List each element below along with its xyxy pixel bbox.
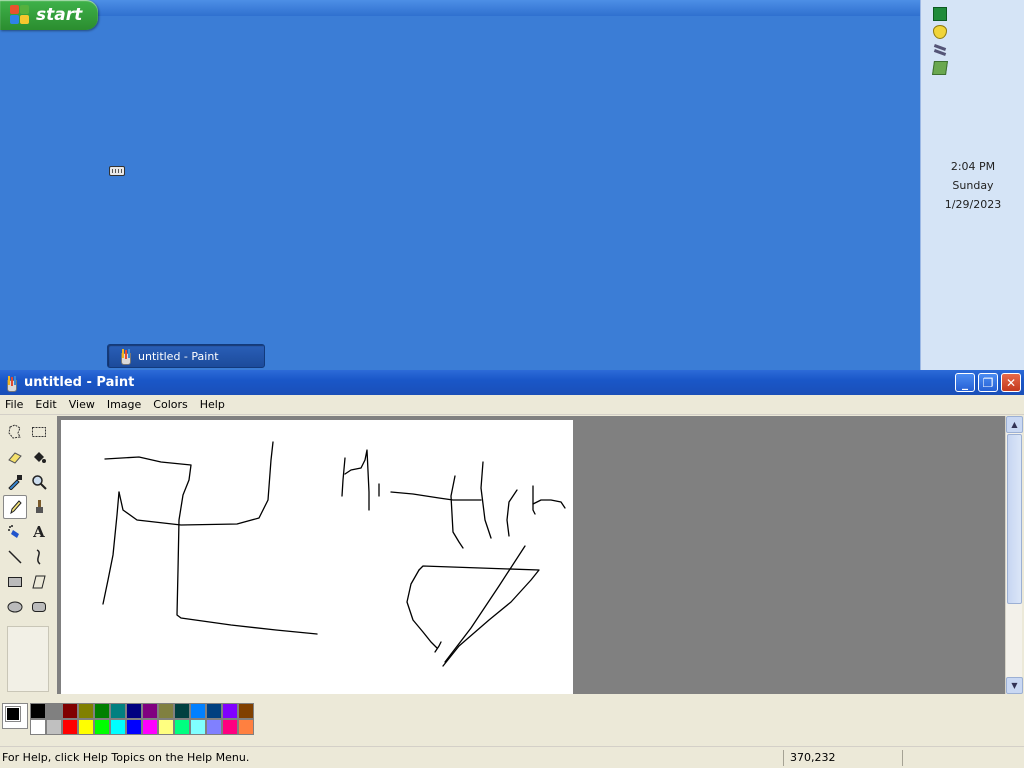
- color-swatch[interactable]: [46, 719, 62, 735]
- menu-image[interactable]: Image: [101, 398, 147, 411]
- color-swatch[interactable]: [62, 703, 78, 719]
- color-swatch[interactable]: [206, 703, 222, 719]
- keyboard-icon[interactable]: [109, 166, 125, 176]
- close-button[interactable]: ✕: [1001, 373, 1021, 392]
- foreground-color: [5, 706, 21, 722]
- color-swatch[interactable]: [126, 703, 142, 719]
- color-swatch[interactable]: [62, 719, 78, 735]
- color-palette: [0, 696, 1024, 742]
- rect-select-icon[interactable]: [27, 420, 51, 444]
- color-swatch[interactable]: [78, 719, 94, 735]
- airbrush-icon[interactable]: [3, 520, 27, 544]
- taskbar-button-paint[interactable]: untitled - Paint: [107, 344, 265, 368]
- menu-bar: File Edit View Image Colors Help: [0, 395, 1024, 415]
- magnifier-icon[interactable]: [27, 470, 51, 494]
- status-divider: [783, 750, 784, 766]
- text-icon[interactable]: A: [27, 520, 51, 544]
- color-swatch[interactable]: [142, 719, 158, 735]
- color-swatch[interactable]: [30, 719, 46, 735]
- color-swatch[interactable]: [46, 703, 62, 719]
- free-form-select-icon[interactable]: [3, 420, 27, 444]
- wireless-icon[interactable]: [933, 43, 947, 57]
- color-swatch[interactable]: [94, 719, 110, 735]
- network-tray-icon[interactable]: [933, 7, 947, 21]
- rectangle-icon[interactable]: [3, 570, 27, 594]
- title-bar[interactable]: untitled - Paint _ ❐ ✕: [0, 370, 1024, 395]
- menu-view[interactable]: View: [63, 398, 101, 411]
- window-title: untitled - Paint: [24, 375, 135, 390]
- canvas-area: [57, 416, 1005, 694]
- menu-colors[interactable]: Colors: [147, 398, 193, 411]
- clock-date: 1/29/2023: [944, 198, 1002, 211]
- ellipse-icon[interactable]: [3, 595, 27, 619]
- security-shield-icon[interactable]: [933, 25, 947, 39]
- color-swatch[interactable]: [142, 703, 158, 719]
- polygon-icon[interactable]: [27, 570, 51, 594]
- toolbox: A: [0, 416, 56, 696]
- color-swatch[interactable]: [126, 719, 142, 735]
- current-colors-indicator[interactable]: [2, 703, 28, 729]
- color-swatch[interactable]: [222, 719, 238, 735]
- color-swatch[interactable]: [190, 703, 206, 719]
- color-swatch[interactable]: [110, 703, 126, 719]
- color-swatch[interactable]: [238, 719, 254, 735]
- scroll-thumb[interactable]: [1007, 434, 1022, 604]
- brush-icon[interactable]: [27, 495, 51, 519]
- start-label: start: [36, 5, 83, 25]
- maximize-button[interactable]: ❐: [978, 373, 998, 392]
- fill-icon[interactable]: [27, 445, 51, 469]
- color-swatch[interactable]: [206, 719, 222, 735]
- taskbar-button-label: untitled - Paint: [138, 349, 219, 363]
- windows-logo-icon: [10, 5, 30, 25]
- pencil-icon[interactable]: [3, 495, 27, 519]
- tool-options-panel[interactable]: [7, 626, 49, 692]
- paint-app-icon: [118, 349, 132, 365]
- color-swatch[interactable]: [110, 719, 126, 735]
- drawing-strokes: [102, 441, 566, 667]
- status-bar: For Help, click Help Topics on the Help …: [0, 746, 1024, 768]
- palette-swatches: [30, 703, 254, 735]
- eraser-icon[interactable]: [3, 445, 27, 469]
- color-swatch[interactable]: [190, 719, 206, 735]
- color-swatch[interactable]: [238, 703, 254, 719]
- pick-color-icon[interactable]: [3, 470, 27, 494]
- color-swatch[interactable]: [94, 703, 110, 719]
- line-icon[interactable]: [3, 545, 27, 569]
- color-swatch[interactable]: [158, 719, 174, 735]
- menu-edit[interactable]: Edit: [29, 398, 62, 411]
- paint-window: untitled - Paint _ ❐ ✕ File Edit View Im…: [0, 370, 1024, 768]
- clock-day: Sunday: [952, 179, 994, 192]
- menu-file[interactable]: File: [0, 398, 29, 411]
- menu-help[interactable]: Help: [194, 398, 231, 411]
- color-swatch[interactable]: [174, 719, 190, 735]
- color-swatch[interactable]: [30, 703, 46, 719]
- paint-app-icon: [4, 375, 18, 392]
- safely-remove-hardware-icon[interactable]: [932, 61, 948, 75]
- scroll-down-button[interactable]: ▼: [1006, 677, 1023, 694]
- minimize-button[interactable]: _: [955, 373, 975, 392]
- taskbar-top: [0, 0, 920, 16]
- start-button[interactable]: start: [0, 0, 98, 30]
- curve-icon[interactable]: [27, 545, 51, 569]
- color-swatch[interactable]: [78, 703, 94, 719]
- status-help-text: For Help, click Help Topics on the Help …: [2, 751, 250, 764]
- vertical-scrollbar[interactable]: ▲ ▼: [1005, 416, 1023, 694]
- rounded-rectangle-icon[interactable]: [27, 595, 51, 619]
- color-swatch[interactable]: [174, 703, 190, 719]
- system-tray: 2:04 PM Sunday 1/29/2023: [920, 0, 1024, 370]
- color-swatch[interactable]: [158, 703, 174, 719]
- desktop: start untitled - Paint 2:04 PM Sunday 1/…: [0, 0, 1024, 370]
- clock-time[interactable]: 2:04 PM: [921, 160, 1024, 173]
- drawing-canvas[interactable]: [61, 420, 573, 694]
- scroll-up-button[interactable]: ▲: [1006, 416, 1023, 433]
- color-swatch[interactable]: [222, 703, 238, 719]
- status-divider: [902, 750, 903, 766]
- cursor-coordinates: 370,232: [790, 751, 836, 764]
